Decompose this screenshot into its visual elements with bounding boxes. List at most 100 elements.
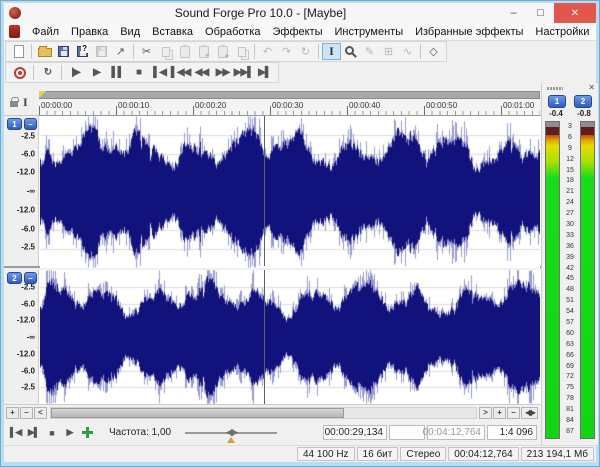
play-all-button[interactable]: |▶	[65, 64, 86, 81]
left-scroll-left-button[interactable]: <	[34, 406, 47, 419]
channel-2-minimize-button[interactable]: –	[24, 272, 37, 284]
transport-toolbar: ↻ |▶ ▶ ▌▌ ■ ▌◀ ▌◀◀ ◀◀ ▶▶ ▶▶▌ ▶▌	[4, 62, 596, 83]
copy-button[interactable]	[156, 43, 175, 60]
meter-channel-1-button[interactable]: 1	[548, 95, 566, 108]
meter-scale-label: 54	[566, 308, 574, 316]
cut-button[interactable]: ✂	[137, 43, 156, 60]
zoom-ratio-field[interactable]: 1:4 096	[487, 425, 537, 440]
plugin-chainer-button[interactable]: ◇	[424, 43, 443, 60]
magnify-tool-button[interactable]	[341, 43, 360, 60]
loop-playback-button[interactable]: ↻	[37, 64, 58, 81]
cursor-position-field[interactable]: 00:00:29,134	[323, 425, 387, 440]
play-normal-button[interactable]: ▶	[61, 425, 78, 440]
scrub-button[interactable]	[79, 425, 96, 440]
menu-избранные-эффекты[interactable]: Избранные эффекты	[409, 26, 529, 38]
pause-button[interactable]: ▌▌	[107, 64, 128, 81]
meter-scale-label: 30	[566, 221, 574, 229]
mix-icon	[237, 46, 246, 57]
record-button[interactable]	[9, 64, 30, 81]
time-ruler[interactable]: 00:00:00 00:00:10 00:00:20 00:00:30 00:00:40…	[39, 100, 540, 116]
mix-button[interactable]	[232, 43, 251, 60]
channel-2-waveform[interactable]	[40, 270, 540, 404]
document-icon	[9, 25, 20, 38]
selection-start-field[interactable]	[389, 425, 425, 440]
loop-region-bar[interactable]	[39, 91, 540, 99]
stop-button[interactable]: ■	[128, 64, 149, 81]
loop-start-marker[interactable]	[39, 91, 46, 98]
ruler-corner: I	[4, 90, 39, 114]
stop-button[interactable]: ■	[43, 425, 60, 440]
meter-scale-label: 57	[566, 319, 574, 327]
meter-scale-label: 84	[566, 417, 574, 425]
forward-button[interactable]: ▶▶	[212, 64, 233, 81]
go-to-end-button[interactable]: ▶▌	[25, 425, 42, 440]
new-button[interactable]	[9, 43, 28, 60]
right-scroll-right-button[interactable]: >	[479, 406, 492, 419]
edit-tool-button[interactable]: I	[322, 43, 341, 60]
publish-button[interactable]: ↗	[111, 43, 130, 60]
channel-1-minimize-button[interactable]: –	[24, 118, 37, 130]
menu-окно[interactable]: Окно	[595, 26, 599, 38]
envelope-tool-button[interactable]: ∿	[398, 43, 417, 60]
scrollbar-thumb[interactable]	[51, 407, 345, 418]
menu-настройки[interactable]: Настройки	[529, 26, 595, 38]
right-zoom-fit-button[interactable]: ◀▶	[521, 406, 538, 419]
close-button[interactable]: ✕	[554, 3, 596, 23]
paste-button[interactable]	[175, 43, 194, 60]
left-zoom-out-button[interactable]: –	[20, 406, 33, 419]
go-to-start-button[interactable]: ▌◀	[7, 425, 24, 440]
open-button[interactable]	[35, 43, 54, 60]
playback-cursor	[264, 116, 265, 266]
rewind-button[interactable]: ◀◀	[191, 64, 212, 81]
right-zoom-in-button[interactable]: +	[493, 406, 506, 419]
pencil-tool-button[interactable]: ✎	[360, 43, 379, 60]
left-zoom-in-button[interactable]: +	[6, 406, 19, 419]
meter-scale-label: 87	[566, 427, 574, 435]
db-label: -2.5	[21, 282, 35, 292]
menu-файл[interactable]: Файл	[26, 26, 65, 38]
save-as-button[interactable]	[73, 43, 92, 60]
go-to-start-button[interactable]: ▌◀	[149, 64, 170, 81]
menu-правка[interactable]: Правка	[65, 26, 114, 38]
lock-icon	[10, 97, 19, 107]
panel-grip-icon[interactable]	[547, 86, 563, 90]
save-all-button[interactable]	[92, 43, 111, 60]
record-icon	[13, 66, 26, 79]
rate-slider-center-marker	[227, 436, 236, 443]
horizontal-scrollbar: + – < > + – ◀▶	[4, 404, 541, 420]
publish-icon: ↗	[115, 46, 126, 58]
next-marker-button[interactable]: ▶▶▌	[233, 64, 254, 81]
paste-special-button[interactable]	[194, 43, 213, 60]
rate-slider[interactable]: ◀▶	[185, 425, 278, 443]
undo-button[interactable]: ↶	[258, 43, 277, 60]
channel-1-waveform[interactable]	[40, 116, 540, 268]
menu-вставка[interactable]: Вставка	[146, 26, 199, 38]
status-cell: 44 100 Hz	[296, 447, 355, 461]
play-button[interactable]: ▶	[86, 64, 107, 81]
paste-to-new-button[interactable]	[213, 43, 232, 60]
meters-close-icon[interactable]: ✕	[588, 84, 595, 92]
channel-2-button[interactable]: 2	[7, 272, 22, 284]
repeat-button[interactable]: ↻	[296, 43, 315, 60]
redo-button[interactable]: ↷	[277, 43, 296, 60]
db-label: -2.5	[21, 131, 35, 140]
menu-обработка[interactable]: Обработка	[199, 26, 266, 38]
db-label: -6.0	[21, 299, 35, 308]
previous-marker-button[interactable]: ▌◀◀	[170, 64, 191, 81]
menubar: Файл Правка Вид Вставка Обработка Эффекты Инст…	[4, 23, 596, 41]
save-button[interactable]	[54, 43, 73, 60]
event-tool-button[interactable]: ⊞	[379, 43, 398, 60]
app-window: Sound Forge Pro 10.0 - [Maybe] – □ ✕ Фай…	[0, 0, 600, 467]
maximize-button[interactable]: □	[527, 3, 554, 23]
menu-эффекты[interactable]: Эффекты	[267, 26, 329, 38]
scrollbar-track[interactable]	[50, 406, 477, 419]
channel-1-button[interactable]: 1	[7, 118, 22, 130]
menu-инструменты[interactable]: Инструменты	[329, 26, 410, 38]
go-to-end-button[interactable]: ▶▌	[254, 64, 275, 81]
right-zoom-out-button[interactable]: –	[507, 406, 520, 419]
minimize-button[interactable]: –	[500, 3, 527, 23]
menu-вид[interactable]: Вид	[114, 26, 146, 38]
paste-special-icon	[198, 44, 210, 60]
meter-channel-2-button[interactable]: 2	[574, 95, 592, 108]
selection-end-field[interactable]: 00:04:12,764	[423, 425, 485, 440]
